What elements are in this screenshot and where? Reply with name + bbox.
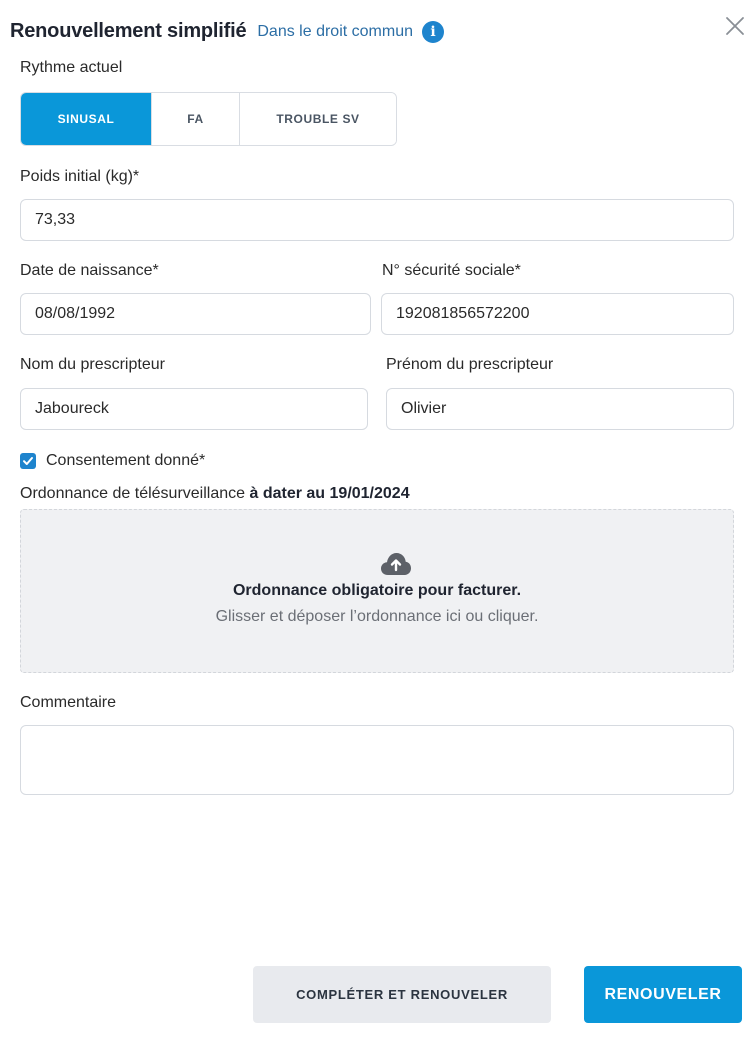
consentement-checkbox-row[interactable]: Consentement donné* xyxy=(20,452,205,470)
consentement-checkbox[interactable] xyxy=(20,453,36,469)
secu-input[interactable]: 192081856572200 xyxy=(381,293,734,335)
rythme-option-fa[interactable]: FA xyxy=(152,93,240,145)
check-icon xyxy=(23,457,33,465)
ordonnance-label: Ordonnance de télésurveillance à dater a… xyxy=(20,485,410,503)
ordonnance-label-date: à dater au 19/01/2024 xyxy=(249,485,410,502)
dropzone-hint: Glisser et déposer l’ordonnance ici ou c… xyxy=(215,608,539,625)
modal-subtitle-link[interactable]: Dans le droit commun xyxy=(257,23,413,41)
nom-prescripteur-label: Nom du prescripteur xyxy=(20,356,165,373)
commentaire-textarea[interactable] xyxy=(20,725,734,795)
rythme-option-sinusal[interactable]: SINUSAL xyxy=(21,93,152,145)
dropzone-title: Ordonnance obligatoire pour facturer. xyxy=(232,582,522,599)
naissance-input[interactable]: 08/08/1992 xyxy=(20,293,371,335)
rythme-label: Rythme actuel xyxy=(20,59,123,76)
modal-header: Renouvellement simplifié Dans le droit c… xyxy=(10,20,444,43)
poids-input[interactable]: 73,33 xyxy=(20,199,734,241)
secu-label: N° sécurité sociale* xyxy=(382,262,521,279)
naissance-label: Date de naissance* xyxy=(20,262,159,279)
commentaire-label: Commentaire xyxy=(20,694,117,711)
close-icon[interactable] xyxy=(723,14,747,38)
rythme-option-trouble-sv[interactable]: TROUBLE SV xyxy=(240,93,396,145)
ordonnance-dropzone[interactable]: Ordonnance obligatoire pour facturer. Gl… xyxy=(20,509,734,673)
poids-label: Poids initial (kg)* xyxy=(20,168,140,185)
rythme-segmented-control: SINUSAL FA TROUBLE SV xyxy=(20,92,397,146)
cloud-upload-icon xyxy=(381,553,411,575)
prenom-prescripteur-input[interactable]: Olivier xyxy=(386,388,734,430)
ordonnance-label-text: Ordonnance de télésurveillance xyxy=(20,485,246,502)
info-icon[interactable]: i xyxy=(422,20,444,43)
consentement-label: Consentement donné* xyxy=(46,452,206,469)
complete-and-renew-button[interactable]: COMPLÉTER ET RENOUVELER xyxy=(253,966,551,1023)
modal-title: Renouvellement simplifié xyxy=(10,20,247,42)
nom-prescripteur-input[interactable]: Jaboureck xyxy=(20,388,368,430)
prenom-prescripteur-label: Prénom du prescripteur xyxy=(386,356,554,373)
renew-button[interactable]: RENOUVELER xyxy=(584,966,742,1023)
